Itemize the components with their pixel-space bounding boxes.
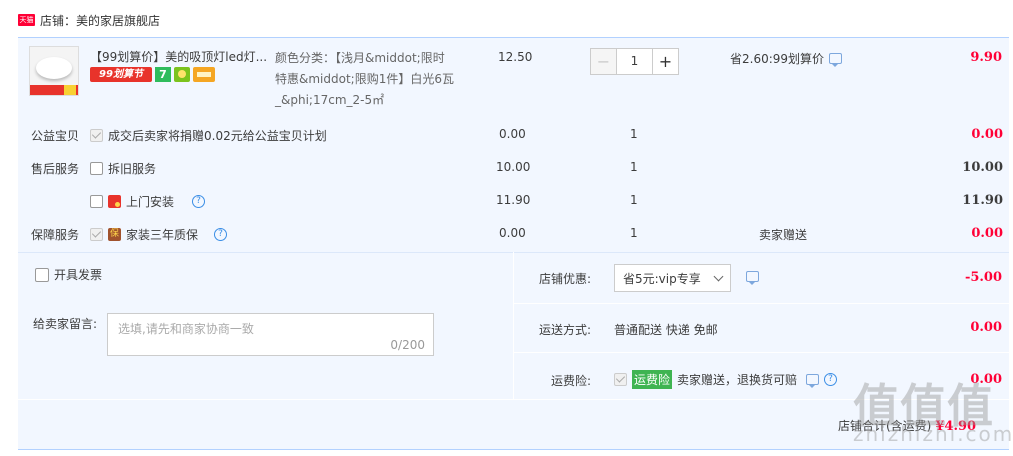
service-text: 拆旧服务 (108, 162, 157, 176)
service-total: 0.00 (971, 127, 1003, 142)
service-row-warranty: 保 家装三年质保 ? (90, 226, 228, 243)
warranty-icon: 保 (108, 228, 121, 241)
insurance-option: 运费险 卖家赠送，退换货可赔 ? (614, 370, 838, 389)
service-total: 10.00 (962, 160, 1003, 175)
savings-text: 省2.60:99划算价 (730, 52, 825, 66)
charity-checkbox (90, 129, 103, 142)
sku-line: 特惠&middot;限购1件】白光6瓦 (275, 72, 454, 86)
insurance-label: 运费险: (551, 374, 592, 388)
warranty-checkbox (90, 228, 103, 241)
tmall-icon: 天猫 (18, 14, 35, 26)
shop-name-link[interactable]: 店铺：美的家居旗舰店 (40, 12, 160, 29)
thumbnail-tag (64, 85, 76, 95)
quantity-stepper: − 1 + (590, 48, 679, 75)
service-note: 卖家赠送 (759, 228, 808, 242)
divider (513, 303, 1009, 304)
help-icon[interactable]: ? (824, 373, 838, 386)
product-sku: 颜色分类：【浅月&middot;限时 特惠&middot;限购1件】白光6瓦 _… (275, 48, 465, 111)
sku-line: 颜色分类：【浅月&middot;限时 (275, 51, 445, 65)
card-payment-icon (193, 67, 215, 82)
service-qty: 1 (630, 226, 638, 240)
shipping-amount: 0.00 (970, 320, 1002, 335)
insurance-checkbox (614, 373, 627, 386)
note-char-count: 0/200 (390, 338, 425, 352)
discount-amount: -5.00 (964, 270, 1002, 285)
installation-checkbox[interactable] (90, 195, 103, 208)
divider (513, 352, 1009, 353)
installation-icon (108, 195, 121, 208)
invoice-checkbox[interactable] (35, 267, 49, 282)
seven-day-return-icon: 7 (155, 67, 171, 82)
service-row-label: 公益宝贝 (31, 129, 80, 143)
service-qty: 1 (630, 160, 638, 174)
product-title-link[interactable]: 【99划算价】美的吸顶灯led灯... (90, 48, 270, 65)
shop-header: 天猫 店铺：美的家居旗舰店 (18, 10, 160, 30)
service-row-label: 售后服务 (31, 162, 80, 176)
service-price: 0.00 (499, 226, 526, 240)
chat-bubble-icon[interactable] (806, 374, 820, 388)
discount-label: 店铺优惠: (539, 272, 592, 286)
divider (513, 252, 514, 399)
service-qty: 1 (630, 127, 638, 141)
note-label: 给卖家留言: (33, 317, 98, 331)
service-row-charity: 成交后卖家将捐赠0.02元给公益宝贝计划 (90, 127, 327, 144)
sku-line: _&phi;17cm_2-5㎡ (275, 93, 385, 107)
medal-icon (174, 67, 190, 82)
service-row-label: 保障服务 (31, 228, 80, 242)
service-text: 成交后卖家将捐赠0.02元给公益宝贝计划 (108, 129, 327, 143)
invoice-option[interactable]: 开具发票 (35, 266, 102, 283)
invoice-label: 开具发票 (54, 268, 103, 282)
product-thumbnail[interactable] (29, 46, 79, 96)
chat-bubble-icon[interactable] (829, 53, 843, 67)
service-total: 0.00 (971, 226, 1003, 241)
discount-selected: 省5元:vip专享 (623, 271, 701, 286)
decrease-quantity-button[interactable]: − (590, 48, 617, 75)
service-text: 家装三年质保 (126, 228, 199, 242)
chat-bubble-icon[interactable] (746, 271, 759, 285)
product-badges: 99划算节 7 (90, 67, 215, 82)
shipping-label: 运送方式: (539, 323, 592, 337)
chevron-down-icon (713, 271, 724, 281)
promo-99-icon: 99划算节 (90, 67, 152, 82)
unit-price: 12.50 (498, 50, 533, 64)
service-total: 11.90 (962, 193, 1003, 208)
service-row-installation: 上门安装 ? (90, 193, 206, 210)
service-text: 上门安装 (126, 195, 175, 209)
savings-info: 省2.60:99划算价 (730, 50, 843, 67)
seller-note-textarea[interactable]: 选填,请先和商家协商一致 0/200 (107, 313, 434, 356)
watermark-url: zhizhizhi.com (853, 422, 1013, 446)
lamp-image (36, 57, 72, 79)
quantity-input[interactable]: 1 (617, 48, 652, 75)
increase-quantity-button[interactable]: + (652, 48, 679, 75)
insurance-text: 卖家赠送，退换货可赔 (677, 373, 798, 387)
service-row-recycle: 拆旧服务 (90, 160, 156, 177)
help-icon[interactable]: ? (214, 228, 228, 241)
discount-select[interactable]: 省5元:vip专享 (614, 264, 731, 292)
shipping-value: 普通配送 快递 免邮 (614, 323, 718, 337)
service-price: 11.90 (496, 193, 531, 207)
service-qty: 1 (630, 193, 638, 207)
recycle-checkbox[interactable] (90, 162, 103, 175)
item-total: 9.90 (970, 50, 1002, 65)
insurance-badge: 运费险 (632, 370, 673, 389)
note-placeholder: 选填,请先和商家协商一致 (118, 322, 254, 336)
help-icon[interactable]: ? (192, 195, 206, 208)
divider (18, 449, 1009, 450)
service-price: 0.00 (499, 127, 526, 141)
service-price: 10.00 (496, 160, 531, 174)
